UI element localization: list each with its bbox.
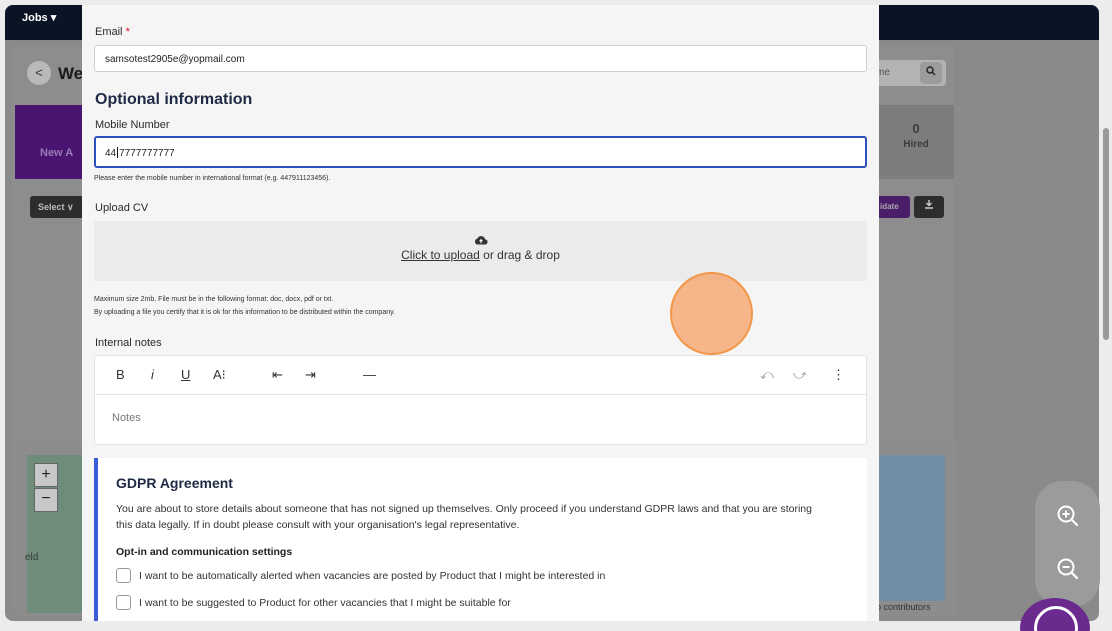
add-candidate-modal: Email * samsotest2905e@yopmail.com Optio… (82, 5, 879, 621)
search-icon (926, 66, 936, 76)
upload-text: Click to upload or drag & drop (94, 248, 867, 262)
bold-button[interactable]: B (116, 367, 125, 382)
opt-in-alerts-checkbox[interactable] (116, 568, 131, 583)
hired-count: 0 (912, 121, 920, 136)
required-mark: * (125, 26, 130, 38)
email-label: Email * (95, 26, 130, 38)
stage-hired[interactable]: 0 Hired (878, 105, 954, 179)
underline-button[interactable]: U (181, 367, 190, 382)
italic-button[interactable]: i (151, 367, 154, 382)
more-options-button[interactable]: ⋮ (832, 367, 845, 383)
upload-consent-help: By uploading a file you certify that it … (94, 309, 396, 316)
jobs-menu[interactable]: Jobs ▾ (22, 11, 56, 24)
upload-size-help: Maximum size 2mb. File must be in the fo… (94, 296, 334, 303)
download-button[interactable] (914, 196, 944, 218)
zoom-in-icon[interactable] (1055, 503, 1081, 529)
map-tile-right (878, 455, 945, 601)
email-label-text: Email (95, 26, 123, 38)
opt-in-suggestions-checkbox[interactable] (116, 595, 131, 610)
editor-toolbar: B i U A⁝ ⇤ ⇥ — ⤺ ⤻ ⋮ (95, 356, 866, 395)
opt-in-heading: Opt-in and communication settings (116, 546, 293, 558)
mobile-number-field[interactable]: 44 7777777777 (94, 136, 867, 168)
opt-in-alerts-row[interactable]: I want to be automatically alerted when … (116, 568, 605, 583)
stage-new-applicants[interactable]: New A (15, 105, 85, 179)
cv-dropzone[interactable]: Click to upload or drag & drop (94, 221, 867, 281)
notes-editor: B i U A⁝ ⇤ ⇥ — ⤺ ⤻ ⋮ Notes (94, 355, 867, 445)
internal-notes-label: Internal notes (95, 337, 162, 349)
gdpr-agreement-panel: GDPR Agreement You are about to store de… (94, 458, 867, 621)
undo-button[interactable]: ⤺ (760, 367, 774, 383)
map-zoom-out-button[interactable]: − (34, 488, 58, 512)
text-caret (117, 147, 119, 158)
horizontal-rule-button[interactable]: — (363, 367, 376, 382)
notes-textarea[interactable]: Notes (95, 395, 866, 441)
hired-label: Hired (903, 139, 929, 150)
viewer-zoom-panel (1035, 481, 1100, 607)
drag-drop-text: or drag & drop (479, 248, 560, 262)
map-town-label: eld (25, 552, 39, 563)
mobile-value-prefix: 44 (105, 148, 117, 159)
add-candidate-button[interactable]: idate (876, 196, 910, 218)
mobile-number-label: Mobile Number (95, 119, 170, 131)
mobile-value-rest: 7777777777 (119, 148, 175, 159)
opt-in-suggestions-row[interactable]: I want to be suggested to Product for ot… (116, 595, 511, 610)
select-dropdown[interactable]: Select ∨ (30, 196, 90, 218)
click-to-upload-link[interactable]: Click to upload (401, 248, 480, 262)
email-field[interactable]: samsotest2905e@yopmail.com (94, 45, 867, 72)
zoom-out-icon[interactable] (1055, 556, 1081, 582)
click-highlight (670, 272, 753, 355)
font-size-button[interactable]: A⁝ (213, 367, 226, 383)
page-scrollbar[interactable] (1103, 128, 1109, 340)
map-zoom-in-button[interactable]: + (34, 463, 58, 487)
gdpr-title: GDPR Agreement (116, 475, 233, 491)
mobile-help-text: Please enter the mobile number in intern… (94, 175, 331, 182)
opt-in-suggestions-label: I want to be suggested to Product for ot… (139, 597, 511, 609)
back-button[interactable]: < (27, 61, 51, 85)
page-title: We (58, 64, 84, 83)
opt-in-alerts-label: I want to be automatically alerted when … (139, 570, 606, 582)
optional-information-heading: Optional information (95, 91, 253, 108)
cloud-upload-icon (474, 236, 488, 245)
outdent-button[interactable]: ⇤ (272, 367, 283, 383)
redo-button[interactable]: ⤻ (793, 367, 807, 383)
map-attribution[interactable]: p contributors (876, 602, 931, 612)
search-button[interactable] (920, 62, 942, 84)
upload-cv-label: Upload CV (95, 202, 149, 214)
download-icon (925, 200, 933, 209)
gdpr-body-text: You are about to store details about som… (116, 503, 812, 531)
indent-button[interactable]: ⇥ (305, 367, 316, 383)
